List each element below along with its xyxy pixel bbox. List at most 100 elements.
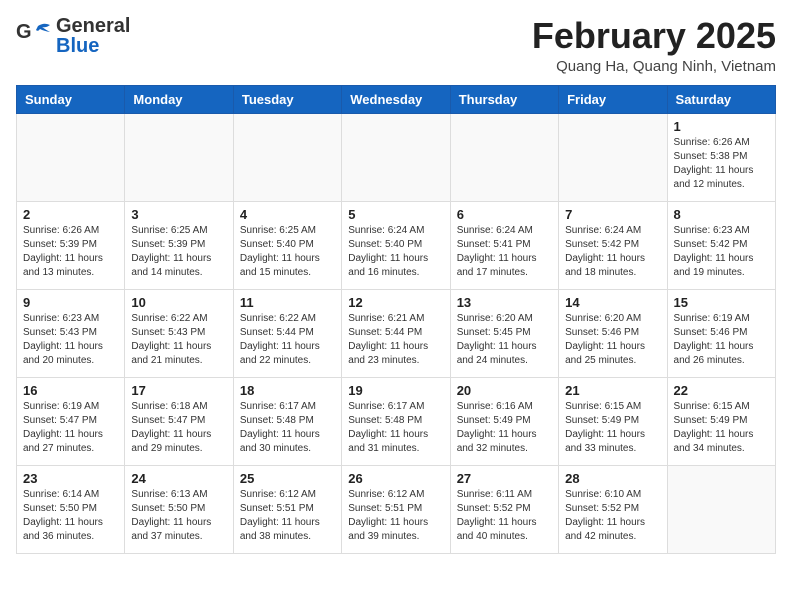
calendar-cell: 17Sunrise: 6:18 AM Sunset: 5:47 PM Dayli… [125, 377, 233, 465]
day-number: 3 [131, 207, 226, 222]
day-info: Sunrise: 6:20 AM Sunset: 5:45 PM Dayligh… [457, 312, 552, 368]
logo-icon: G [16, 18, 52, 54]
week-row-3: 9 Sunrise: 6:23 AM Sunset: 5:43 PM Daylig… [17, 289, 776, 377]
day-number: 12 [348, 295, 443, 310]
day-number: 18 [240, 383, 335, 398]
day-number: 13 [457, 295, 552, 310]
page-header: G General Blue February 2025 Quang Ha, Q… [16, 16, 776, 75]
day-info: Sunrise: 6:24 AM Sunset: 5:41 PM Dayligh… [457, 224, 552, 280]
day-number: 5 [348, 207, 443, 222]
calendar-cell: 3 Sunrise: 6:25 AM Sunset: 5:39 PM Daylig… [125, 201, 233, 289]
weekday-friday: Friday [559, 85, 667, 113]
day-info: Sunrise: 6:13 AM Sunset: 5:50 PM Dayligh… [131, 488, 226, 544]
svg-text:G: G [16, 21, 32, 43]
calendar-cell: 10 Sunrise: 6:22 AM Sunset: 5:43 PM Dayli… [125, 289, 233, 377]
weekday-saturday: Saturday [667, 85, 775, 113]
day-info: Sunrise: 6:24 AM Sunset: 5:40 PM Dayligh… [348, 224, 443, 280]
calendar-cell [342, 113, 450, 201]
day-number: 14 [565, 295, 660, 310]
calendar-cell: 2 Sunrise: 6:26 AM Sunset: 5:39 PM Daylig… [17, 201, 125, 289]
day-number: 26 [348, 471, 443, 486]
calendar-cell: 27Sunrise: 6:11 AM Sunset: 5:52 PM Dayli… [450, 465, 558, 553]
day-number: 11 [240, 295, 335, 310]
day-info: Sunrise: 6:14 AM Sunset: 5:50 PM Dayligh… [23, 488, 118, 544]
calendar-cell [450, 113, 558, 201]
day-info: Sunrise: 6:12 AM Sunset: 5:51 PM Dayligh… [240, 488, 335, 544]
day-number: 21 [565, 383, 660, 398]
calendar-cell: 24Sunrise: 6:13 AM Sunset: 5:50 PM Dayli… [125, 465, 233, 553]
day-number: 9 [23, 295, 118, 310]
day-info: Sunrise: 6:20 AM Sunset: 5:46 PM Dayligh… [565, 312, 660, 368]
day-number: 27 [457, 471, 552, 486]
logo-blue: Blue [56, 35, 99, 57]
month-year: February 2025 [532, 16, 776, 56]
calendar-cell: 6 Sunrise: 6:24 AM Sunset: 5:41 PM Daylig… [450, 201, 558, 289]
day-info: Sunrise: 6:12 AM Sunset: 5:51 PM Dayligh… [348, 488, 443, 544]
day-number: 6 [457, 207, 552, 222]
day-info: Sunrise: 6:16 AM Sunset: 5:49 PM Dayligh… [457, 400, 552, 456]
day-info: Sunrise: 6:25 AM Sunset: 5:40 PM Dayligh… [240, 224, 335, 280]
calendar-cell: 15 Sunrise: 6:19 AM Sunset: 5:46 PM Dayli… [667, 289, 775, 377]
calendar-table: SundayMondayTuesdayWednesdayThursdayFrid… [16, 85, 776, 554]
day-number: 8 [674, 207, 769, 222]
day-number: 16 [23, 383, 118, 398]
calendar-cell: 7Sunrise: 6:24 AM Sunset: 5:42 PM Daylig… [559, 201, 667, 289]
day-info: Sunrise: 6:26 AM Sunset: 5:39 PM Dayligh… [23, 224, 118, 280]
calendar-cell [125, 113, 233, 201]
logo: G General Blue [16, 16, 130, 56]
weekday-monday: Monday [125, 85, 233, 113]
calendar-cell: 13 Sunrise: 6:20 AM Sunset: 5:45 PM Dayli… [450, 289, 558, 377]
day-number: 15 [674, 295, 769, 310]
week-row-4: 16 Sunrise: 6:19 AM Sunset: 5:47 PM Dayli… [17, 377, 776, 465]
calendar-cell: 26 Sunrise: 6:12 AM Sunset: 5:51 PM Dayli… [342, 465, 450, 553]
calendar-cell: 21 Sunrise: 6:15 AM Sunset: 5:49 PM Dayli… [559, 377, 667, 465]
calendar-cell: 14 Sunrise: 6:20 AM Sunset: 5:46 PM Dayli… [559, 289, 667, 377]
day-info: Sunrise: 6:23 AM Sunset: 5:42 PM Dayligh… [674, 224, 769, 280]
weekday-sunday: Sunday [17, 85, 125, 113]
calendar-cell: 25 Sunrise: 6:12 AM Sunset: 5:51 PM Dayli… [233, 465, 341, 553]
weekday-thursday: Thursday [450, 85, 558, 113]
day-number: 2 [23, 207, 118, 222]
day-info: Sunrise: 6:15 AM Sunset: 5:49 PM Dayligh… [565, 400, 660, 456]
day-info: Sunrise: 6:24 AM Sunset: 5:42 PM Dayligh… [565, 224, 660, 280]
location: Quang Ha, Quang Ninh, Vietnam [532, 58, 776, 75]
week-row-5: 23 Sunrise: 6:14 AM Sunset: 5:50 PM Dayli… [17, 465, 776, 553]
calendar-cell [233, 113, 341, 201]
day-number: 28 [565, 471, 660, 486]
day-info: Sunrise: 6:25 AM Sunset: 5:39 PM Dayligh… [131, 224, 226, 280]
calendar-cell: 18 Sunrise: 6:17 AM Sunset: 5:48 PM Dayli… [233, 377, 341, 465]
weekday-header-row: SundayMondayTuesdayWednesdayThursdayFrid… [17, 85, 776, 113]
calendar-cell: 8 Sunrise: 6:23 AM Sunset: 5:42 PM Daylig… [667, 201, 775, 289]
calendar-cell: 19 Sunrise: 6:17 AM Sunset: 5:48 PM Dayli… [342, 377, 450, 465]
day-number: 20 [457, 383, 552, 398]
day-info: Sunrise: 6:18 AM Sunset: 5:47 PM Dayligh… [131, 400, 226, 456]
calendar-cell: 4Sunrise: 6:25 AM Sunset: 5:40 PM Daylig… [233, 201, 341, 289]
day-info: Sunrise: 6:21 AM Sunset: 5:44 PM Dayligh… [348, 312, 443, 368]
day-info: Sunrise: 6:17 AM Sunset: 5:48 PM Dayligh… [240, 400, 335, 456]
day-number: 19 [348, 383, 443, 398]
day-info: Sunrise: 6:23 AM Sunset: 5:43 PM Dayligh… [23, 312, 118, 368]
day-info: Sunrise: 6:22 AM Sunset: 5:43 PM Dayligh… [131, 312, 226, 368]
day-info: Sunrise: 6:19 AM Sunset: 5:46 PM Dayligh… [674, 312, 769, 368]
calendar-cell: 28 Sunrise: 6:10 AM Sunset: 5:52 PM Dayli… [559, 465, 667, 553]
week-row-1: 1Sunrise: 6:26 AM Sunset: 5:38 PM Daylig… [17, 113, 776, 201]
calendar-cell: 1Sunrise: 6:26 AM Sunset: 5:38 PM Daylig… [667, 113, 775, 201]
day-info: Sunrise: 6:15 AM Sunset: 5:49 PM Dayligh… [674, 400, 769, 456]
day-info: Sunrise: 6:26 AM Sunset: 5:38 PM Dayligh… [674, 136, 769, 192]
calendar-cell: 23 Sunrise: 6:14 AM Sunset: 5:50 PM Dayli… [17, 465, 125, 553]
day-info: Sunrise: 6:19 AM Sunset: 5:47 PM Dayligh… [23, 400, 118, 456]
calendar-cell: 22Sunrise: 6:15 AM Sunset: 5:49 PM Dayli… [667, 377, 775, 465]
day-info: Sunrise: 6:10 AM Sunset: 5:52 PM Dayligh… [565, 488, 660, 544]
day-number: 25 [240, 471, 335, 486]
calendar-cell: 20 Sunrise: 6:16 AM Sunset: 5:49 PM Dayli… [450, 377, 558, 465]
logo-general: General [56, 15, 130, 37]
weekday-wednesday: Wednesday [342, 85, 450, 113]
calendar-cell [667, 465, 775, 553]
calendar-cell: 12 Sunrise: 6:21 AM Sunset: 5:44 PM Dayli… [342, 289, 450, 377]
day-number: 10 [131, 295, 226, 310]
calendar-cell [559, 113, 667, 201]
day-info: Sunrise: 6:17 AM Sunset: 5:48 PM Dayligh… [348, 400, 443, 456]
calendar-cell [17, 113, 125, 201]
day-info: Sunrise: 6:22 AM Sunset: 5:44 PM Dayligh… [240, 312, 335, 368]
day-number: 23 [23, 471, 118, 486]
